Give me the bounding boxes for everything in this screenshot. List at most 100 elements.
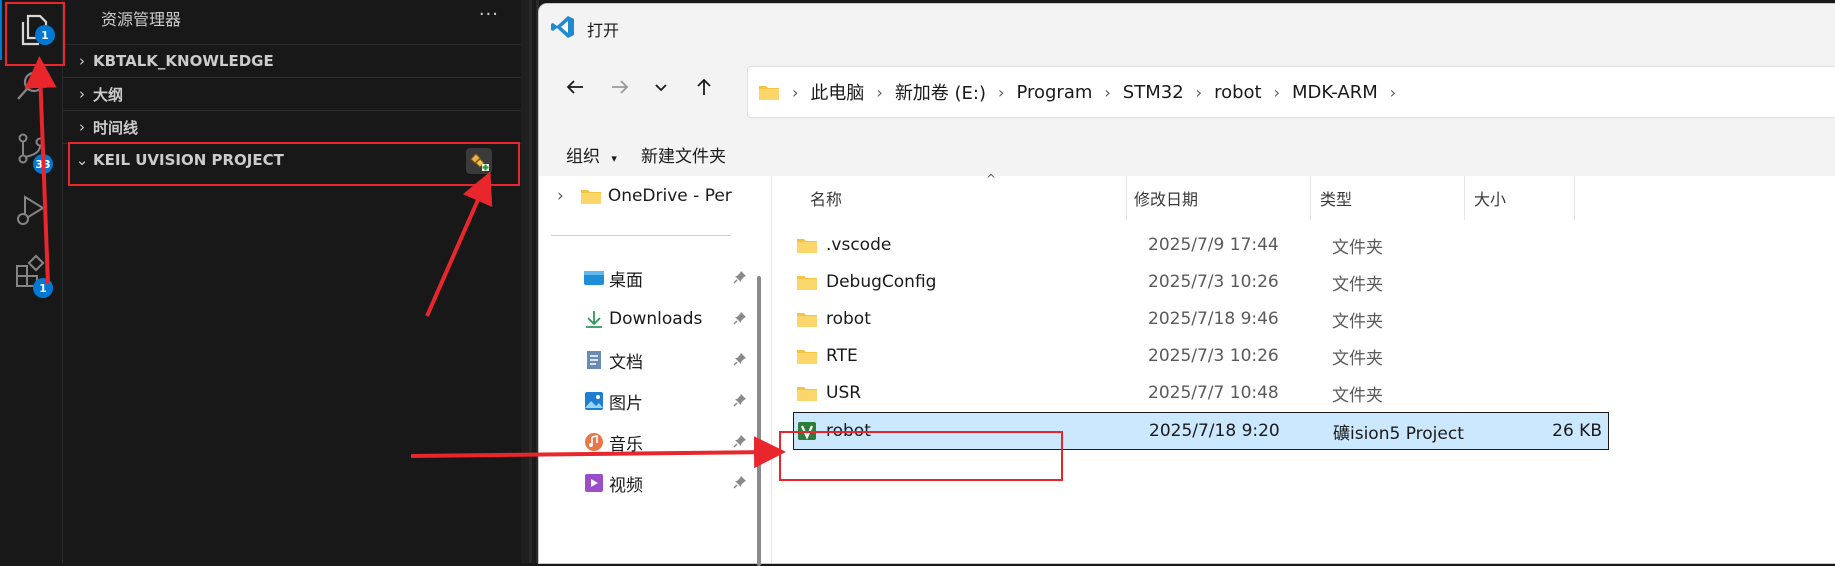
- chevron-right-icon: ›: [1389, 82, 1397, 102]
- chevron-right-icon: ›: [792, 82, 799, 102]
- open-file-dialog: 打开 › 此电脑 › 新加卷 (E:) › Program › STM32 ›: [539, 4, 1835, 566]
- breadcrumb-item[interactable]: 新加卷 (E:): [895, 79, 986, 105]
- breadcrumb-item[interactable]: MDK-ARM: [1292, 82, 1378, 103]
- chevron-right-icon: ›: [876, 82, 883, 102]
- chevron-right-icon: ›: [79, 118, 85, 136]
- folder-icon: [797, 239, 817, 253]
- up-button[interactable]: [687, 70, 721, 104]
- column-label: 类型: [1320, 190, 1353, 209]
- nav-item-videos[interactable]: 视频: [539, 463, 759, 503]
- chevron-right-icon: ›: [1195, 82, 1203, 102]
- dialog-title: 打开: [587, 21, 620, 40]
- organize-button[interactable]: 组织 ▾: [566, 142, 617, 167]
- nav-item-music[interactable]: 音乐: [539, 422, 759, 462]
- chevron-right-icon: ›: [557, 186, 564, 206]
- section-label: 大纲: [93, 85, 124, 104]
- dialog-titlebar: 打开: [539, 4, 1835, 50]
- section-timeline[interactable]: › 时间线: [63, 110, 521, 143]
- sort-up-icon: ^: [986, 172, 997, 186]
- column-header-modified[interactable]: 修改日期: [1134, 176, 1311, 220]
- file-type: 文件夹: [1332, 311, 1383, 332]
- nav-separator: [551, 235, 731, 236]
- section-label: 时间线: [93, 118, 139, 137]
- file-list: 名称 ^ 修改日期 类型 大小 .vscode 2025/7/9 17:44 文…: [772, 172, 1835, 563]
- breadcrumb-item[interactable]: STM32: [1123, 82, 1184, 103]
- window-edge-shadow: [532, 0, 536, 563]
- column-label: 名称: [810, 190, 843, 209]
- nav-item-downloads[interactable]: Downloads: [539, 299, 759, 339]
- section-outline[interactable]: › 大纲: [63, 77, 521, 110]
- file-row[interactable]: RTE 2025/7/3 10:26 文件夹: [792, 337, 1608, 375]
- folder-icon: [797, 350, 817, 364]
- section-keil-uvision-project[interactable]: ⌄ KEIL UVISION PROJECT: [63, 143, 521, 176]
- file-size: 26 KB: [1552, 421, 1602, 441]
- nav-item-label: 桌面: [609, 270, 643, 291]
- arrow-right-icon: [612, 80, 629, 94]
- open-project-button[interactable]: [466, 148, 492, 174]
- nav-item-label: OneDrive - Per: [607, 186, 732, 206]
- column-header-size[interactable]: 大小: [1474, 176, 1575, 220]
- chevron-right-icon: ›: [1104, 82, 1111, 102]
- chevron-down-icon: ⌄: [75, 151, 89, 169]
- music-icon: [585, 433, 603, 451]
- file-type: 礦ision5 Project: [1333, 423, 1464, 444]
- nav-item-desktop[interactable]: 桌面: [539, 258, 759, 298]
- file-name: USR: [826, 383, 862, 403]
- recent-locations-button[interactable]: [644, 70, 678, 104]
- explorer-activity-button[interactable]: 1: [0, 0, 64, 60]
- file-row[interactable]: USR 2025/7/7 10:48 文件夹: [792, 374, 1608, 412]
- nav-pane-scrollbar[interactable]: [757, 276, 761, 566]
- picture-icon: [585, 392, 603, 410]
- breadcrumb-item[interactable]: robot: [1214, 82, 1262, 103]
- column-header-type[interactable]: 类型: [1320, 176, 1465, 220]
- file-row[interactable]: robot 2025/7/18 9:46 文件夹: [792, 300, 1608, 338]
- section-kbtalk-knowledge[interactable]: › KBTALK_KNOWLEDGE: [63, 44, 521, 77]
- extensions-activity-button[interactable]: 1: [0, 242, 62, 302]
- file-type: 文件夹: [1332, 385, 1383, 406]
- pin-icon: [733, 394, 746, 407]
- file-row[interactable]: .vscode 2025/7/9 17:44 文件夹: [792, 226, 1608, 264]
- navigation-bar: › 此电脑 › 新加卷 (E:) › Program › STM32 › rob…: [539, 50, 1835, 130]
- breadcrumb-item[interactable]: Program: [1016, 82, 1092, 103]
- nav-item-documents[interactable]: 文档: [539, 340, 759, 380]
- explorer-sidebar: 资源管理器 ··· › KBTALK_KNOWLEDGE › 大纲 › 时间线 …: [63, 0, 521, 563]
- nav-item-pictures[interactable]: 图片: [539, 381, 759, 421]
- command-bar: 组织 ▾ 新建文件夹: [539, 130, 1835, 177]
- forward-button[interactable]: [603, 70, 637, 104]
- column-header-name[interactable]: 名称 ^: [810, 172, 1127, 220]
- run-debug-activity-button[interactable]: [0, 180, 62, 240]
- file-date: 2025/7/18 9:20: [1149, 421, 1280, 441]
- file-row[interactable]: DebugConfig 2025/7/3 10:26 文件夹: [792, 263, 1608, 301]
- back-button[interactable]: [558, 70, 592, 104]
- navigation-pane: › OneDrive - Per 桌面 Downloads 文档 图片 音乐 视…: [539, 176, 772, 566]
- folder-icon: [797, 276, 817, 290]
- file-name: robot: [826, 421, 871, 441]
- pin-icon: [733, 271, 746, 284]
- search-activity-button[interactable]: [0, 56, 62, 116]
- folder-icon: [580, 190, 601, 204]
- folder-icon: [759, 86, 779, 100]
- explorer-badge: 1: [35, 25, 55, 45]
- chevron-right-icon: ›: [1273, 82, 1280, 102]
- scm-badge: 33: [33, 154, 53, 174]
- nav-item-label: 文档: [609, 352, 643, 373]
- section-label: KEIL UVISION PROJECT: [93, 151, 284, 169]
- folder-icon: [797, 313, 817, 327]
- address-bar[interactable]: › 此电脑 › 新加卷 (E:) › Program › STM32 › rob…: [747, 66, 1835, 118]
- extensions-badge: 1: [33, 278, 53, 298]
- breadcrumb-item[interactable]: 此电脑: [810, 79, 864, 105]
- source-control-activity-button[interactable]: 33: [0, 118, 62, 178]
- more-actions-button[interactable]: ···: [479, 4, 499, 25]
- file-type: 文件夹: [1332, 237, 1383, 258]
- chevron-right-icon: ›: [998, 82, 1005, 102]
- video-icon: [585, 474, 603, 492]
- caret-down-icon: ▾: [611, 152, 617, 165]
- nav-item-label: 视频: [609, 475, 643, 496]
- column-label: 修改日期: [1134, 190, 1199, 209]
- nav-item-onedrive[interactable]: › OneDrive - Per: [539, 176, 759, 216]
- new-folder-button[interactable]: 新建文件夹: [641, 142, 726, 167]
- file-row-selected[interactable]: robot 2025/7/18 9:20 礦ision5 Project 26 …: [793, 412, 1609, 450]
- chevron-right-icon: ›: [79, 52, 85, 70]
- arrow-up-icon: [697, 78, 711, 95]
- chevron-down-icon: [655, 84, 667, 92]
